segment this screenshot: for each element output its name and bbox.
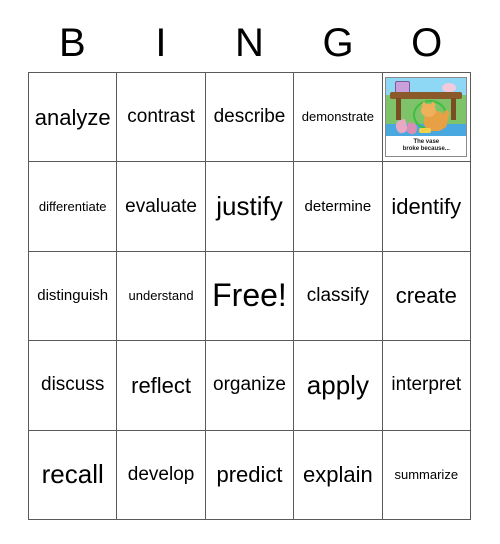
bingo-cell-label: predict: [216, 462, 283, 488]
table-row: discuss reflect organize apply interpret: [27, 340, 472, 431]
bingo-cell-label: develop: [127, 463, 195, 485]
caption-line-1: The vase: [413, 138, 440, 145]
bingo-cell[interactable]: distinguish: [27, 250, 118, 342]
bingo-cell-label: recall: [41, 459, 104, 490]
header-letter-o: O: [411, 21, 443, 65]
bingo-cell-label: create: [395, 283, 457, 309]
bingo-cell-label: differentiate: [38, 198, 107, 214]
table-leg-right: [451, 98, 457, 121]
bingo-cell-label: determine: [304, 197, 372, 215]
bingo-cell[interactable]: determine: [293, 161, 383, 252]
bingo-grid: analyze contrast describe demonstrate Th…: [27, 71, 472, 520]
bingo-cell-label: discuss: [41, 374, 105, 396]
header-letter-n: N: [235, 21, 264, 65]
bingo-cell-label: justify: [216, 190, 283, 221]
bingo-cell[interactable]: predict: [204, 429, 295, 520]
bingo-header: B I N G O: [28, 18, 471, 68]
bingo-cell-label: demonstrate: [301, 109, 374, 125]
header-letter-i: I: [155, 21, 167, 65]
bingo-cell-label: reflect: [131, 372, 192, 398]
bingo-cell-label: summarize: [394, 466, 459, 482]
bingo-cell[interactable]: develop: [116, 429, 206, 520]
bingo-cell-label: contrast: [127, 106, 195, 128]
bingo-cell-label: explain: [303, 462, 373, 488]
table-row: recall develop predict explain summarize: [27, 429, 472, 520]
bingo-cell[interactable]: justify: [204, 161, 295, 252]
bingo-cell[interactable]: create: [381, 250, 472, 342]
bingo-cell-free[interactable]: Free!: [204, 250, 295, 342]
bowl-icon: [442, 83, 457, 93]
bingo-cell[interactable]: classify: [293, 250, 383, 342]
header-letter-g: G: [322, 21, 354, 65]
bingo-cell-label: Free!: [212, 277, 287, 314]
bingo-cell[interactable]: interpret: [381, 340, 472, 431]
bingo-cell[interactable]: summarize: [381, 429, 472, 520]
bingo-cell-label: interpret: [391, 374, 462, 396]
bingo-cell[interactable]: identify: [381, 161, 472, 252]
table-leg-left: [396, 98, 402, 121]
bingo-cell[interactable]: recall: [27, 429, 118, 520]
bingo-cell[interactable]: organize: [204, 340, 295, 431]
bingo-cell-label: organize: [213, 374, 286, 396]
bingo-cell-label: understand: [128, 288, 194, 304]
bingo-cell-label: describe: [213, 106, 286, 128]
bingo-cell[interactable]: describe: [204, 71, 295, 163]
caption-line-2: broke because...: [402, 146, 450, 153]
table-row: distinguish understand Free! classify cr…: [27, 250, 472, 342]
bingo-cell-label: analyze: [34, 104, 111, 130]
bingo-cell[interactable]: contrast: [116, 71, 206, 163]
bingo-cell[interactable]: demonstrate: [293, 71, 383, 163]
bingo-cell[interactable]: evaluate: [116, 161, 206, 252]
bingo-cell[interactable]: discuss: [27, 340, 118, 431]
bingo-cell-label: evaluate: [125, 195, 197, 217]
bingo-cell[interactable]: understand: [116, 250, 206, 342]
header-letter-b: B: [58, 21, 86, 65]
bingo-cell-label: apply: [306, 369, 369, 400]
bingo-cell[interactable]: differentiate: [27, 161, 118, 252]
bingo-cell[interactable]: reflect: [116, 340, 206, 431]
bingo-cell[interactable]: explain: [293, 429, 383, 520]
bingo-card: B I N G O analyze contrast describe demo…: [0, 0, 500, 544]
bingo-cell[interactable]: apply: [293, 340, 383, 431]
bingo-cell-label: distinguish: [37, 287, 109, 305]
table-row: analyze contrast describe demonstrate Th…: [27, 71, 472, 163]
picture-caption: The vase broke because...: [386, 136, 467, 157]
bingo-cell-image[interactable]: The vase broke because...: [381, 71, 472, 163]
scene: [386, 78, 467, 137]
vase-debris: [419, 128, 432, 134]
table-row: differentiate evaluate justify determine…: [27, 161, 472, 252]
bingo-cell-label: identify: [391, 194, 462, 220]
bingo-cell-label: classify: [306, 285, 370, 306]
vase-cat-illustration: The vase broke because...: [385, 77, 468, 158]
bingo-cell[interactable]: analyze: [27, 71, 118, 163]
